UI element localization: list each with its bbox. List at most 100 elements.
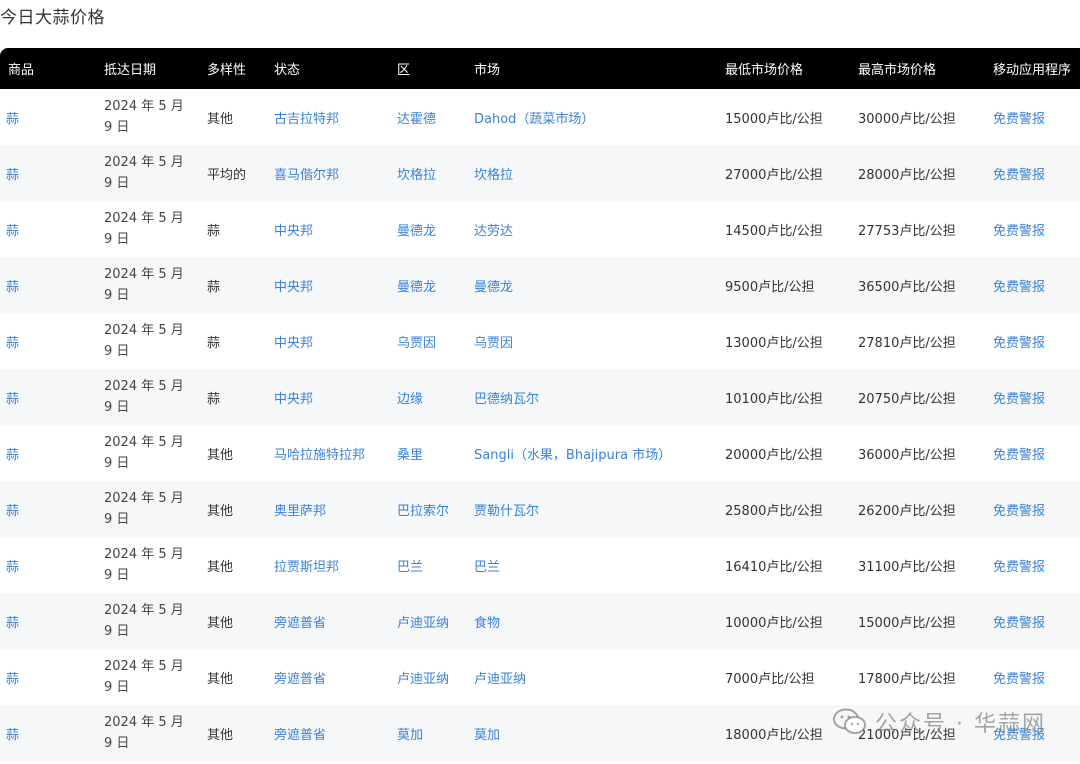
col-header-max-price[interactable]: 最高市场价格 <box>852 48 987 89</box>
max-price-cell: 26200卢比/公担 <box>852 481 987 537</box>
variety-cell: 其他 <box>207 447 234 463</box>
commodity-link[interactable]: 蒜 <box>0 201 98 257</box>
market-link[interactable]: 曼德龙 <box>468 257 719 313</box>
market-link[interactable]: 坎格拉 <box>468 145 719 201</box>
variety-cell: 其他 <box>207 111 234 127</box>
max-price-cell: 27810卢比/公担 <box>858 335 956 351</box>
arrival-date: 2024 年 5 月 9 日 <box>98 481 201 537</box>
commodity-link[interactable]: 蒜 <box>0 369 98 425</box>
table-row: 蒜 2024 年 5 月 9 日其他 拉贾斯坦邦 巴兰 巴兰 16410卢比/公担 3110… <box>0 537 1080 593</box>
commodity-link[interactable]: 蒜 <box>0 705 98 761</box>
district-link[interactable]: 巴兰 <box>391 537 468 593</box>
page: 今日大蒜价格 商品 抵达日期 多样性 状态 区 市场 最低市场价格 最高市场价格… <box>0 0 1080 764</box>
commodity-link[interactable]: 蒜 <box>0 649 98 705</box>
district-link[interactable]: 卢迪亚纳 <box>391 649 468 705</box>
free-alert-link[interactable]: 免费警报 <box>987 537 1080 593</box>
market-link[interactable]: 巴兰 <box>468 537 719 593</box>
commodity-link[interactable]: 蒜 <box>0 313 98 369</box>
col-header-district[interactable]: 区 <box>391 48 468 89</box>
free-alert-link[interactable]: 免费警报 <box>987 201 1080 257</box>
table-header-row: 商品 抵达日期 多样性 状态 区 市场 最低市场价格 最高市场价格 移动应用程序 <box>0 48 1080 89</box>
state-link[interactable]: 中央邦 <box>268 257 391 313</box>
free-alert-link[interactable]: 免费警报 <box>987 649 1080 705</box>
min-price-cell: 20000卢比/公担 <box>725 447 823 463</box>
market-link[interactable]: 莫加 <box>468 705 719 761</box>
free-alert-link[interactable]: 免费警报 <box>987 257 1080 313</box>
state-link[interactable]: 拉贾斯坦邦 <box>268 537 391 593</box>
col-header-min-price[interactable]: 最低市场价格 <box>719 48 852 89</box>
max-price-cell: 20750卢比/公担 <box>852 369 987 425</box>
commodity-link[interactable]: 蒜 <box>0 481 98 537</box>
min-price-cell: 27000卢比/公担 <box>719 145 852 201</box>
district-link[interactable]: 曼德龙 <box>391 257 468 313</box>
arrival-date: 2024 年 5 月 9 日 <box>98 593 201 649</box>
table-row: 蒜 2024 年 5 月 9 日蒜中央邦 曼德龙 曼德龙 9500卢比/公担 36500卢… <box>0 257 1080 313</box>
district-link[interactable]: 曼德龙 <box>391 201 468 257</box>
district-link[interactable]: 坎格拉 <box>391 145 468 201</box>
district-link[interactable]: 莫加 <box>391 705 468 761</box>
state-link[interactable]: 旁遮普省 <box>268 593 391 649</box>
min-price-cell: 15000卢比/公担 <box>725 111 823 127</box>
min-price-cell: 13000卢比/公担 <box>725 335 823 351</box>
market-link[interactable]: 食物 <box>468 593 719 649</box>
state-link[interactable]: 中央邦 <box>268 201 391 257</box>
col-header-state[interactable]: 状态 <box>268 48 391 89</box>
state-link[interactable]: 中央邦 <box>268 313 391 369</box>
market-link[interactable]: 卢迪亚纳 <box>468 649 719 705</box>
market-link[interactable]: Dahod（蔬菜市场） <box>468 89 719 145</box>
commodity-link[interactable]: 蒜 <box>0 537 98 593</box>
commodity-link[interactable]: 蒜 <box>0 89 98 145</box>
market-link[interactable]: 达劳达 <box>468 201 719 257</box>
arrival-date-text: 2024 年 5 月 9 日 <box>104 211 184 247</box>
district-link[interactable]: 巴拉索尔 <box>391 481 468 537</box>
max-price-cell: 36000卢比/公担 <box>858 447 956 463</box>
min-price-cell: 16410卢比/公担 <box>725 559 823 575</box>
table-row: 蒜 2024 年 5 月 9 日 其他 马哈拉施特拉邦 桑里 Sangli（水果，Bhaj… <box>0 425 1080 481</box>
free-alert-link[interactable]: 免费警报 <box>987 425 1080 481</box>
table-row: 蒜 2024 年 5 月 9 日其他 旁遮普省 卢迪亚纳 卢迪亚纳 7000卢比/公担 17… <box>0 649 1080 705</box>
min-price-cell: 14500卢比/公担 <box>725 223 823 239</box>
free-alert-link[interactable]: 免费警报 <box>987 145 1080 201</box>
free-alert-link[interactable]: 免费警报 <box>987 369 1080 425</box>
arrival-date: 2024 年 5 月 9 日 <box>98 201 201 257</box>
free-alert-link[interactable]: 免费警报 <box>987 481 1080 537</box>
table-row: 蒜 2024 年 5 月 9 日蒜中央邦 曼德龙 达劳达 14500卢比/公担 27753… <box>0 201 1080 257</box>
market-link[interactable]: 乌贾因 <box>468 313 719 369</box>
state-link[interactable]: 旁遮普省 <box>268 705 391 761</box>
col-header-app[interactable]: 移动应用程序 <box>987 48 1080 89</box>
state-link[interactable]: 奥里萨邦 <box>268 481 391 537</box>
free-alert-link[interactable]: 免费警报 <box>987 89 1080 145</box>
table-row: 蒜 2024 年 5 月 9 日蒜中央邦 边缘 巴德纳瓦尔 10100卢比/公担 2075… <box>0 369 1080 425</box>
market-link[interactable]: 巴德纳瓦尔 <box>468 369 719 425</box>
commodity-link[interactable]: 蒜 <box>0 593 98 649</box>
col-header-date[interactable]: 抵达日期 <box>98 48 201 89</box>
variety-cell: 蒜 <box>201 369 268 425</box>
arrival-date-text: 2024 年 5 月 9 日 <box>104 435 184 471</box>
state-link[interactable]: 喜马偕尔邦 <box>268 145 391 201</box>
free-alert-link[interactable]: 免费警报 <box>987 313 1080 369</box>
col-header-market[interactable]: 市场 <box>468 48 719 89</box>
arrival-date-text: 2024 年 5 月 9 日 <box>104 323 184 359</box>
table-row: 蒜 2024 年 5 月 9 日平均的 喜马偕尔邦 坎格拉 坎格拉 27000卢比/公担 2… <box>0 145 1080 201</box>
district-link[interactable]: 桑里 <box>391 425 468 481</box>
max-price-cell: 31100卢比/公担 <box>858 559 956 575</box>
district-link[interactable]: 边缘 <box>391 369 468 425</box>
col-header-variety[interactable]: 多样性 <box>201 48 268 89</box>
commodity-link[interactable]: 蒜 <box>0 257 98 313</box>
arrival-date-text: 2024 年 5 月 9 日 <box>104 603 184 639</box>
variety-cell: 平均的 <box>201 145 268 201</box>
free-alert-link[interactable]: 免费警报 <box>987 593 1080 649</box>
district-link[interactable]: 卢迪亚纳 <box>391 593 468 649</box>
market-link[interactable]: Sangli（水果，Bhajipura 市场） <box>468 425 719 481</box>
state-link[interactable]: 中央邦 <box>268 369 391 425</box>
commodity-link[interactable]: 蒜 <box>0 145 98 201</box>
state-link[interactable]: 古吉拉特邦 <box>268 89 391 145</box>
district-link[interactable]: 达霍德 <box>391 89 468 145</box>
arrival-date: 2024 年 5 月 9 日 <box>98 313 201 369</box>
district-link[interactable]: 乌贾因 <box>391 313 468 369</box>
state-link[interactable]: 马哈拉施特拉邦 <box>268 425 391 481</box>
market-link[interactable]: 贾勒什瓦尔 <box>468 481 719 537</box>
col-header-commodity[interactable]: 商品 <box>0 48 98 89</box>
state-link[interactable]: 旁遮普省 <box>268 649 391 705</box>
commodity-link[interactable]: 蒜 <box>0 425 98 481</box>
